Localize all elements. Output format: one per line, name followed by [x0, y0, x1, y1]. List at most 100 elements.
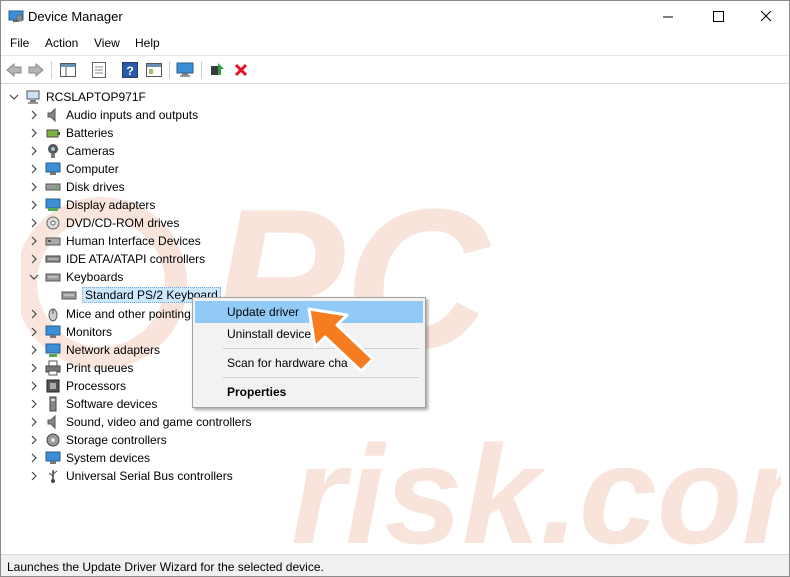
tree-item-print-queues[interactable]: Print queues — [29, 359, 133, 377]
title-bar: Device Manager — [1, 1, 789, 32]
menu-view[interactable]: View — [94, 36, 120, 50]
properties-icon — [92, 61, 106, 78]
chevron-right-icon[interactable] — [29, 471, 39, 481]
printer-icon — [45, 360, 61, 376]
update-driver-icon — [211, 62, 224, 75]
monitor-icon — [45, 324, 61, 340]
help-button[interactable]: ? — [121, 61, 139, 78]
chevron-right-icon[interactable] — [29, 128, 39, 138]
view-button[interactable] — [145, 61, 163, 78]
tree-item-dvd-drives[interactable]: DVD/CD-ROM drives — [29, 214, 179, 232]
storage-controller-icon — [45, 432, 61, 448]
properties-button[interactable] — [90, 61, 108, 78]
disk-drive-icon — [45, 179, 61, 195]
chevron-right-icon[interactable] — [29, 218, 39, 228]
minimize-icon — [662, 16, 673, 17]
tree-item-storage-controllers[interactable]: Storage controllers — [29, 431, 167, 449]
chevron-right-icon[interactable] — [29, 182, 39, 192]
toolbar-separator — [201, 61, 202, 79]
ide-controller-icon — [45, 251, 61, 267]
device-manager-window: Device Manager File Action View Help ? P… — [0, 0, 790, 577]
device-manager-app-icon — [8, 10, 24, 22]
chevron-right-icon[interactable] — [29, 236, 39, 246]
tree-item-cameras[interactable]: Cameras — [29, 142, 115, 160]
tree-item-hid[interactable]: Human Interface Devices — [29, 232, 201, 250]
chevron-right-icon[interactable] — [29, 435, 39, 445]
view-icon — [146, 62, 162, 77]
chevron-right-icon[interactable] — [29, 110, 39, 120]
close-button[interactable] — [743, 1, 789, 31]
chevron-down-icon[interactable] — [29, 272, 39, 282]
tree-item-system-devices[interactable]: System devices — [29, 449, 150, 467]
chevron-right-icon[interactable] — [29, 399, 39, 409]
monitor-icon — [176, 62, 194, 77]
maximize-button[interactable] — [695, 1, 741, 31]
chevron-right-icon[interactable] — [29, 363, 39, 373]
update-driver-button[interactable] — [208, 61, 226, 78]
tree-item-network-adapters[interactable]: Network adapters — [29, 341, 160, 359]
toolbar: ? — [1, 55, 789, 84]
tree-item-keyboards[interactable]: Keyboards — [29, 268, 123, 286]
software-device-icon — [45, 396, 61, 412]
tree-item-disk-drives[interactable]: Disk drives — [29, 178, 125, 196]
usb-icon — [45, 468, 61, 484]
menu-bar: File Action View Help — [1, 32, 789, 54]
uninstall-icon — [234, 63, 248, 76]
back-button[interactable] — [5, 61, 23, 78]
menu-help[interactable]: Help — [135, 36, 160, 50]
forward-arrow-icon — [28, 62, 44, 77]
speaker-icon — [45, 414, 61, 430]
menu-file[interactable]: File — [10, 36, 29, 50]
tree-item-computer[interactable]: Computer — [29, 160, 119, 178]
processor-icon — [45, 378, 61, 394]
keyboard-icon — [61, 287, 77, 303]
chevron-right-icon[interactable] — [29, 453, 39, 463]
tree-item-display-adapters[interactable]: Display adapters — [29, 196, 155, 214]
chevron-right-icon[interactable] — [29, 146, 39, 156]
tree-item-sound-video[interactable]: Sound, video and game controllers — [29, 413, 251, 431]
hid-icon — [45, 233, 61, 249]
tree-item-software-devices[interactable]: Software devices — [29, 395, 157, 413]
show-hide-tree-icon — [60, 62, 76, 77]
back-arrow-icon — [6, 62, 22, 77]
chevron-right-icon[interactable] — [29, 164, 39, 174]
chevron-right-icon[interactable] — [29, 327, 39, 337]
tree-item-processors[interactable]: Processors — [29, 377, 126, 395]
network-adapter-icon — [45, 342, 61, 358]
tree-root[interactable]: RCSLAPTOP971F — [9, 88, 146, 106]
show-hide-console-tree-button[interactable] — [59, 61, 77, 78]
chevron-right-icon[interactable] — [29, 381, 39, 391]
minimize-button[interactable] — [645, 1, 691, 31]
svg-text:?: ? — [126, 64, 133, 78]
mouse-icon — [45, 306, 61, 322]
tree-item-ide[interactable]: IDE ATA/ATAPI controllers — [29, 250, 205, 268]
chevron-right-icon[interactable] — [29, 200, 39, 210]
toolbar-separator — [51, 61, 52, 79]
svg-text:risk.com: risk.com — [291, 416, 781, 551]
chevron-right-icon[interactable] — [29, 254, 39, 264]
chevron-right-icon[interactable] — [29, 345, 39, 355]
root-label: RCSLAPTOP971F — [46, 90, 146, 104]
chevron-down-icon[interactable] — [9, 92, 19, 102]
monitor-icon — [45, 161, 61, 177]
tree-item-usb-controllers[interactable]: Universal Serial Bus controllers — [29, 467, 233, 485]
context-menu-properties[interactable]: Properties — [195, 381, 423, 403]
forward-button[interactable] — [27, 61, 45, 78]
tree-item-batteries[interactable]: Batteries — [29, 124, 113, 142]
tree-item-mice[interactable]: Mice and other pointing — [29, 305, 191, 323]
menu-action[interactable]: Action — [45, 36, 78, 50]
tree-item-audio[interactable]: Audio inputs and outputs — [29, 106, 198, 124]
chevron-right-icon[interactable] — [29, 309, 39, 319]
status-text: Launches the Update Driver Wizard for th… — [7, 560, 324, 574]
chevron-right-icon[interactable] — [29, 417, 39, 427]
display-adapter-icon — [45, 197, 61, 213]
scan-hardware-button[interactable] — [176, 61, 194, 78]
help-icon: ? — [122, 61, 138, 78]
orange-arrow-icon — [307, 307, 375, 373]
uninstall-button[interactable] — [232, 61, 250, 78]
speaker-icon — [45, 107, 61, 123]
computer-icon — [25, 89, 41, 105]
toolbar-separator — [169, 61, 170, 79]
keyboard-icon — [45, 269, 61, 285]
tree-item-monitors[interactable]: Monitors — [29, 323, 112, 341]
